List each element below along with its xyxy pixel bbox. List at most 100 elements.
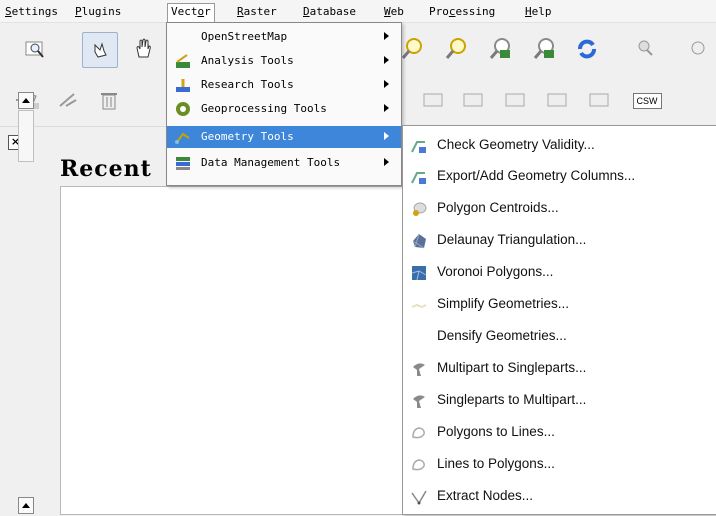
- line-to-polygon-icon: [412, 459, 425, 471]
- search-features-button[interactable]: [682, 32, 716, 66]
- multipart-icon: [413, 363, 425, 376]
- menu-plugins[interactable]: Plugins: [72, 4, 124, 20]
- recent-projects-list[interactable]: [60, 186, 404, 515]
- research-icon: [176, 79, 190, 92]
- menu-item-geometry-tools[interactable]: Geometry Tools: [167, 126, 401, 148]
- touch-icon: [94, 42, 107, 58]
- menu-item-densify-geometries[interactable]: Densify Geometries...: [403, 323, 716, 350]
- menu-item-delaunay-triangulation[interactable]: Delaunay Triangulation...: [403, 227, 716, 254]
- refresh-button[interactable]: [570, 32, 604, 66]
- zoom-last-icon: [489, 38, 510, 59]
- menu-vector[interactable]: Vector: [167, 3, 215, 23]
- menu-item-lines-to-polygons[interactable]: Lines to Polygons...: [403, 451, 716, 478]
- scroll-up-button[interactable]: [18, 92, 34, 109]
- export-geometry-icon: [411, 172, 426, 184]
- menu-processing[interactable]: Processing: [426, 4, 498, 20]
- menu-database[interactable]: Database: [300, 4, 359, 20]
- menu-item-label: Check Geometry Validity...: [437, 137, 595, 152]
- extract-nodes-icon: [411, 490, 427, 505]
- check-geometry-icon: [411, 141, 426, 153]
- menu-item-label: Polygon Centroids...: [437, 200, 559, 215]
- voronoi-icon: [411, 266, 427, 281]
- menu-item-label: Delaunay Triangulation...: [437, 232, 587, 247]
- menu-help[interactable]: Help: [522, 4, 555, 20]
- pan-map-button[interactable]: [126, 32, 160, 66]
- zoom-to-selection-button[interactable]: [18, 32, 52, 66]
- menu-item-voronoi-polygons[interactable]: Voronoi Polygons...: [403, 259, 716, 286]
- label-icon: [547, 93, 567, 107]
- menu-item-research-tools[interactable]: Research Tools: [167, 74, 401, 96]
- move-feature-icon: [59, 93, 77, 107]
- scroll-bottom-button[interactable]: [18, 497, 34, 514]
- submenu-arrow-icon: [384, 158, 389, 166]
- touch-zoom-button[interactable]: [82, 32, 118, 68]
- zoom-last-button[interactable]: [484, 32, 518, 66]
- menu-item-singleparts-to-multipart[interactable]: Singleparts to Multipart...: [403, 387, 716, 414]
- geoprocessing-icon: [176, 102, 190, 116]
- label-icon: [589, 93, 609, 107]
- menu-item-analysis-tools[interactable]: Analysis Tools: [167, 50, 401, 72]
- submenu-arrow-icon: [384, 80, 389, 88]
- delete-selected-button[interactable]: [92, 84, 126, 118]
- menu-item-label: Singleparts to Multipart...: [437, 392, 587, 407]
- submenu-arrow-icon: [384, 132, 389, 140]
- move-feature-button[interactable]: [52, 84, 86, 118]
- menu-item-polygon-centroids[interactable]: Polygon Centroids...: [403, 195, 716, 222]
- menu-item-label: OpenStreetMap: [201, 30, 288, 43]
- zoom-next-icon: [533, 38, 554, 59]
- centroid-icon: [413, 202, 427, 216]
- label-tool-1-button[interactable]: [416, 84, 450, 118]
- menu-item-label: Export/Add Geometry Columns...: [437, 168, 636, 183]
- zoom-out-button[interactable]: [440, 32, 474, 66]
- menu-bar: Settings Plugins Vector Raster Database …: [0, 0, 716, 23]
- scrollbar-thumb[interactable]: [18, 110, 34, 162]
- zoom-out-icon: [445, 38, 466, 59]
- menu-item-simplify-geometries[interactable]: Simplify Geometries...: [403, 291, 716, 318]
- analysis-icon: [176, 54, 190, 68]
- csw-icon: CSW: [632, 93, 662, 109]
- zoom-next-button[interactable]: [528, 32, 562, 66]
- label-tool-4-button[interactable]: [540, 84, 574, 118]
- identify-icon: [638, 40, 653, 56]
- menu-item-check-geometry-validity[interactable]: Check Geometry Validity...: [403, 132, 716, 159]
- arrow-up-icon: [22, 503, 30, 508]
- arrow-up-icon: [22, 98, 30, 103]
- menu-item-data-management-tools[interactable]: Data Management Tools: [167, 152, 401, 174]
- submenu-arrow-icon: [384, 56, 389, 64]
- identify-button[interactable]: [630, 32, 664, 66]
- menu-item-label: Simplify Geometries...: [437, 296, 570, 311]
- label-tool-3-button[interactable]: [498, 84, 532, 118]
- menu-item-openstreetmap[interactable]: OpenStreetMap: [167, 26, 401, 48]
- menu-item-label: Geometry Tools: [201, 130, 294, 143]
- menu-item-label: Analysis Tools: [201, 54, 294, 67]
- zoom-selection-icon: [25, 41, 44, 58]
- singlepart-icon: [413, 395, 425, 408]
- search-icon: [691, 41, 705, 55]
- refresh-icon: [578, 39, 596, 59]
- label-tool-5-button[interactable]: [582, 84, 616, 118]
- geometry-icon: [175, 132, 190, 144]
- zoom-in-icon: [401, 38, 422, 59]
- label-tool-2-button[interactable]: [456, 84, 490, 118]
- menu-item-label: Densify Geometries...: [437, 328, 567, 343]
- csw-button[interactable]: CSW: [630, 84, 664, 118]
- menu-item-export-add-geometry-columns[interactable]: Export/Add Geometry Columns...: [403, 163, 716, 190]
- menu-item-label: Lines to Polygons...: [437, 456, 555, 471]
- menu-settings[interactable]: Settings: [2, 4, 61, 20]
- submenu-arrow-icon: [384, 104, 389, 112]
- menu-item-multipart-to-singleparts[interactable]: Multipart to Singleparts...: [403, 355, 716, 382]
- menu-item-geoprocessing-tools[interactable]: Geoprocessing Tools: [167, 98, 401, 120]
- data-management-icon: [176, 157, 190, 170]
- menu-item-polygons-to-lines[interactable]: Polygons to Lines...: [403, 419, 716, 446]
- menu-item-extract-nodes[interactable]: Extract Nodes...: [403, 483, 716, 510]
- delaunay-icon: [412, 233, 426, 249]
- menu-raster[interactable]: Raster: [234, 4, 280, 20]
- trash-icon: [101, 93, 117, 110]
- label-icon: [463, 93, 483, 107]
- label-icon: [505, 93, 525, 107]
- geometry-tools-submenu: Check Geometry Validity... Export/Add Ge…: [402, 125, 716, 515]
- panel-title: Recent: [60, 156, 152, 182]
- menu-item-label: Research Tools: [201, 78, 294, 91]
- menu-web[interactable]: Web: [381, 4, 407, 20]
- pan-hand-icon: [136, 38, 151, 58]
